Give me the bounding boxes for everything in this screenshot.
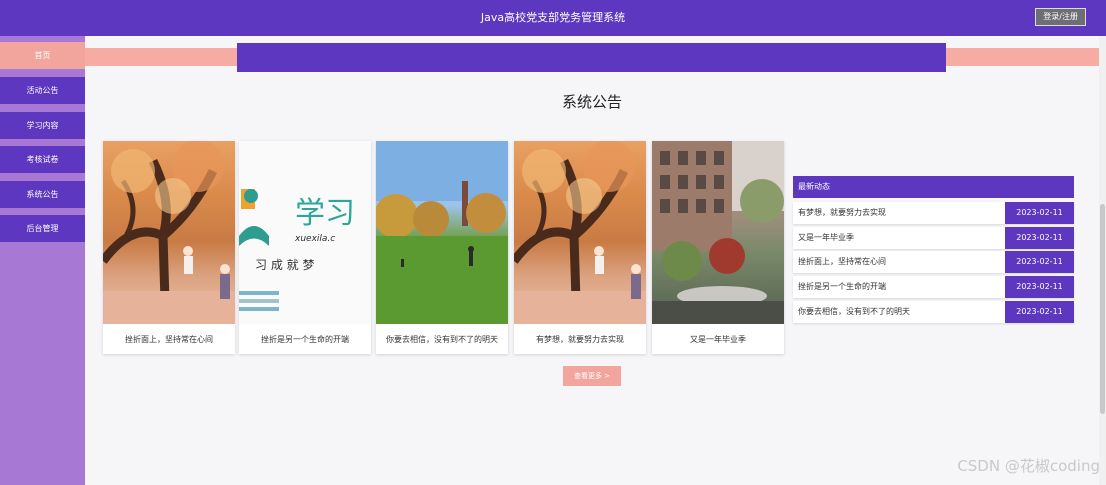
sidebar-item-learning-content[interactable]: 学习内容 bbox=[0, 112, 85, 139]
news-item[interactable]: 又是一年毕业季 2023-02-11 bbox=[793, 227, 1074, 249]
top-navbar: Java高校党支部党务管理系统 登录/注册 bbox=[0, 0, 1106, 36]
login-register-button[interactable]: 登录/注册 bbox=[1035, 8, 1086, 26]
news-item-date: 2023-02-11 bbox=[1005, 227, 1074, 249]
announcement-card[interactable]: 学习 xuexila.c 习 成 就 梦 挫折是另一个生命的开端 bbox=[239, 141, 371, 354]
news-item-text: 挫折是另一个生命的开端 bbox=[798, 282, 886, 291]
csdn-watermark: CSDN @花椒coding bbox=[957, 457, 1100, 475]
card-image-autumn-tree bbox=[514, 141, 646, 324]
card-caption: 有梦想，就要努力去实现 bbox=[536, 335, 624, 344]
sidebar: 首页 活动公告 学习内容 考核试卷 系统公告 后台管理 bbox=[0, 36, 85, 485]
news-item-text: 有梦想，就要努力去实现 bbox=[798, 208, 886, 217]
news-item-date: 2023-02-11 bbox=[1005, 276, 1074, 298]
card-image-campus-building bbox=[652, 141, 784, 324]
news-item[interactable]: 有梦想，就要努力去实现 2023-02-11 bbox=[793, 202, 1074, 224]
news-item-text: 你要去相信，没有到不了的明天 bbox=[798, 307, 910, 316]
logo-subtext: xuexila.c bbox=[294, 234, 335, 244]
announcement-card[interactable]: 你要去相信，没有到不了的明天 bbox=[376, 141, 508, 354]
logo-text: 学习 bbox=[295, 196, 355, 231]
news-item[interactable]: 挫折是另一个生命的开端 2023-02-11 bbox=[793, 276, 1074, 298]
xuexila-logo-graphic: 学习 xuexila.c 习 成 就 梦 bbox=[239, 189, 355, 311]
banner bbox=[237, 43, 946, 72]
card-caption: 挫折是另一个生命的开端 bbox=[261, 335, 349, 344]
view-more-button[interactable]: 查看更多 > bbox=[563, 366, 621, 386]
app-title: Java高校党支部党务管理系统 bbox=[480, 11, 626, 24]
card-caption: 又是一年毕业季 bbox=[690, 335, 746, 344]
announcement-card[interactable]: 又是一年毕业季 bbox=[652, 141, 784, 354]
news-item-date: 2023-02-11 bbox=[1005, 301, 1074, 323]
card-image-xuexila-logo: 学习 xuexila.c 习 成 就 梦 bbox=[239, 141, 371, 324]
news-item-date: 2023-02-11 bbox=[1005, 202, 1074, 224]
scrollbar-thumb[interactable] bbox=[1100, 204, 1105, 414]
card-image-campus-lawn bbox=[376, 141, 508, 324]
sidebar-item-home[interactable]: 首页 bbox=[0, 42, 85, 69]
sidebar-item-admin[interactable]: 后台管理 bbox=[0, 215, 85, 242]
news-panel-title: 最新动态 bbox=[793, 176, 1074, 198]
news-item-text: 挫折面上，坚持常在心间 bbox=[798, 257, 886, 266]
card-image-autumn-tree bbox=[103, 141, 235, 324]
news-item-date: 2023-02-11 bbox=[1005, 251, 1074, 273]
section-title: 系统公告 bbox=[561, 93, 622, 111]
logo-slogan: 习 成 就 梦 bbox=[255, 258, 314, 272]
sidebar-item-activity-announcements[interactable]: 活动公告 bbox=[0, 77, 85, 104]
page-scrollbar[interactable] bbox=[1099, 36, 1106, 485]
card-caption: 挫折面上，坚持常在心间 bbox=[125, 335, 213, 344]
card-caption: 你要去相信，没有到不了的明天 bbox=[386, 335, 498, 344]
announcement-card[interactable]: 有梦想，就要努力去实现 bbox=[514, 141, 646, 354]
news-item[interactable]: 你要去相信，没有到不了的明天 2023-02-11 bbox=[793, 301, 1074, 323]
announcement-card[interactable]: 挫折面上，坚持常在心间 bbox=[103, 141, 235, 354]
sidebar-item-exam-papers[interactable]: 考核试卷 bbox=[0, 146, 85, 173]
sidebar-item-system-announcements[interactable]: 系统公告 bbox=[0, 181, 85, 208]
news-item[interactable]: 挫折面上，坚持常在心间 2023-02-11 bbox=[793, 251, 1074, 273]
news-item-text: 又是一年毕业季 bbox=[798, 233, 854, 242]
